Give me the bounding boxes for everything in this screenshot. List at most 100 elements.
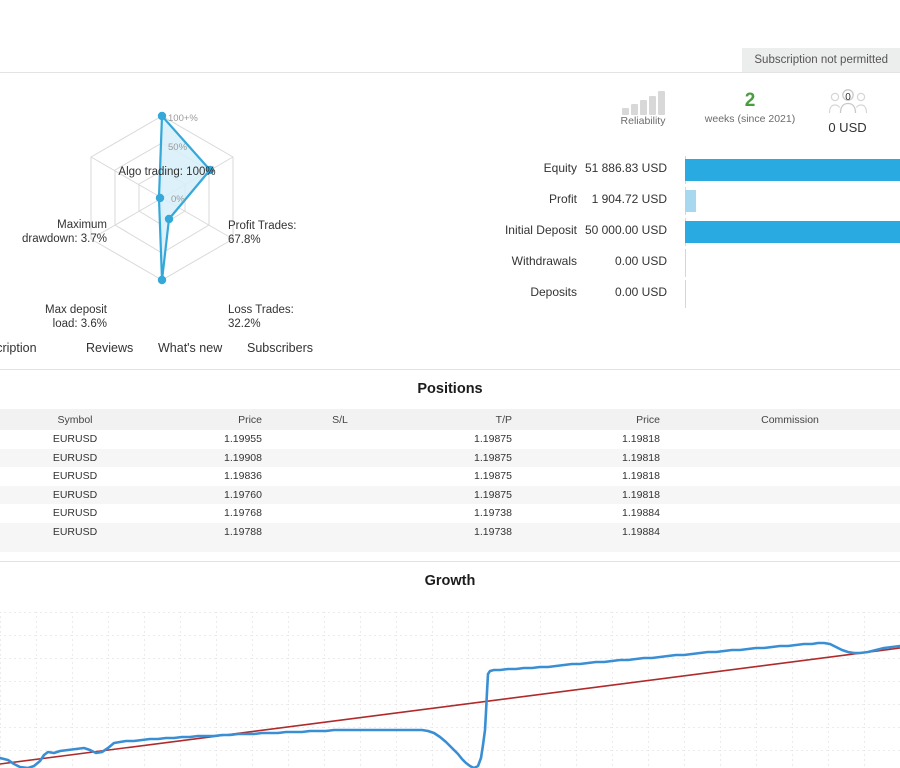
stat-bar-fill [685, 159, 900, 181]
growth-chart[interactable] [0, 612, 900, 768]
cell-tp: 1.19875 [400, 449, 530, 468]
tab-whats-new[interactable]: What's new [156, 337, 224, 359]
kpi-row: Reliability 2 weeks (since 2021) 0 0 USD [575, 89, 900, 145]
cell-tp: 1.19738 [400, 504, 530, 523]
cell-sl [280, 504, 400, 523]
cell-sl [280, 486, 400, 505]
cell-sl [280, 523, 400, 542]
table-row[interactable]: EURUSD 1.19768 1.19738 1.19884 [0, 504, 900, 523]
subscribers-people-icon: 0 [825, 89, 871, 115]
cell-symbol: EURUSD [0, 449, 150, 468]
cell-commission [680, 467, 900, 486]
tab-description[interactable]: Description [0, 337, 39, 359]
cell-price-open: 1.19768 [150, 504, 280, 523]
table-row[interactable]: EURUSD 1.19788 1.19738 1.19884 [0, 523, 900, 542]
tab-bar: Description Reviews What's new Subscribe… [0, 330, 900, 370]
weeks-value: 2 [685, 89, 815, 113]
growth-section: Growth [0, 561, 900, 768]
tab-reviews[interactable]: Reviews [84, 337, 135, 359]
col-header-commission[interactable]: Commission [680, 409, 900, 430]
cell-commission [680, 486, 900, 505]
stat-value: 0.00 USD [615, 285, 667, 299]
stat-label: Deposits [530, 285, 577, 299]
cell-sl [280, 467, 400, 486]
kpi-subscribers: 0 0 USD [800, 89, 895, 136]
positions-table-footer [0, 541, 900, 552]
stat-bar-track [685, 187, 900, 215]
cell-commission [680, 430, 900, 449]
stat-value: 51 886.83 USD [585, 161, 667, 175]
cell-tp: 1.19875 [400, 467, 530, 486]
cell-commission [680, 449, 900, 468]
stat-value: 1 904.72 USD [592, 192, 667, 206]
account-stats-list: Equity 51 886.83 USD Profit 1 904.72 USD… [0, 155, 900, 310]
summary-section: 100+% 50% 0% Algo trading: 100% Profit T… [0, 73, 900, 323]
positions-section: Positions Symbol Price S/L T/P Price Com… [0, 371, 900, 552]
positions-title: Positions [0, 371, 900, 409]
table-row[interactable]: EURUSD 1.19760 1.19875 1.19818 [0, 486, 900, 505]
subscribers-usd-value: 0 USD [800, 120, 895, 136]
stat-baseline-tick [685, 280, 686, 308]
positions-table: Symbol Price S/L T/P Price Commission EU… [0, 409, 900, 541]
table-row[interactable]: EURUSD 1.19836 1.19875 1.19818 [0, 467, 900, 486]
stat-value: 50 000.00 USD [585, 223, 667, 237]
cell-price-cur: 1.19818 [530, 486, 680, 505]
top-bar: Subscription not permitted [0, 0, 900, 72]
kpi-reliability: Reliability [588, 89, 698, 127]
growth-chart-svg [0, 612, 900, 768]
cell-price-cur: 1.19884 [530, 523, 680, 542]
tab-subscribers[interactable]: Subscribers [245, 337, 315, 359]
stat-value: 0.00 USD [615, 254, 667, 268]
stat-bar-track [685, 280, 900, 308]
cell-symbol: EURUSD [0, 523, 150, 542]
cell-price-open: 1.19760 [150, 486, 280, 505]
profile-page: Subscription not permitted [0, 0, 900, 768]
col-header-price-open[interactable]: Price [150, 409, 280, 430]
cell-symbol: EURUSD [0, 430, 150, 449]
cell-sl [280, 430, 400, 449]
kpi-weeks: 2 weeks (since 2021) [685, 89, 815, 125]
stat-row-profit: Profit 1 904.72 USD [0, 186, 900, 217]
table-header-row: Symbol Price S/L T/P Price Commission [0, 409, 900, 430]
stat-bar-track [685, 156, 900, 184]
cell-price-open: 1.19908 [150, 449, 280, 468]
col-header-symbol[interactable]: Symbol [0, 409, 150, 430]
subscription-status-badge[interactable]: Subscription not permitted [742, 48, 900, 73]
cell-symbol: EURUSD [0, 467, 150, 486]
stat-label: Initial Deposit [505, 223, 577, 237]
cell-commission [680, 504, 900, 523]
cell-commission [680, 523, 900, 542]
cell-price-cur: 1.19818 [530, 467, 680, 486]
table-row[interactable]: EURUSD 1.19908 1.19875 1.19818 [0, 449, 900, 468]
col-header-sl[interactable]: S/L [280, 409, 400, 430]
tab-bar-underline [0, 369, 900, 370]
stat-row-initial-deposit: Initial Deposit 50 000.00 USD [0, 217, 900, 248]
cell-sl [280, 449, 400, 468]
stat-label: Withdrawals [512, 254, 577, 268]
cell-price-cur: 1.19884 [530, 504, 680, 523]
table-row[interactable]: EURUSD 1.19955 1.19875 1.19818 [0, 430, 900, 449]
stat-bar-fill [685, 221, 900, 243]
positions-table-body: EURUSD 1.19955 1.19875 1.19818 EURUSD 1.… [0, 430, 900, 541]
stat-label: Profit [549, 192, 577, 206]
stat-row-equity: Equity 51 886.83 USD [0, 155, 900, 186]
stat-bar-track [685, 249, 900, 277]
cell-price-open: 1.19836 [150, 467, 280, 486]
col-header-tp[interactable]: T/P [400, 409, 530, 430]
reliability-bars-icon [588, 89, 698, 115]
growth-title: Growth [0, 561, 900, 599]
cell-price-cur: 1.19818 [530, 430, 680, 449]
cell-price-open: 1.19788 [150, 523, 280, 542]
stat-row-deposits: Deposits 0.00 USD [0, 279, 900, 310]
reliability-caption: Reliability [588, 115, 698, 127]
cell-price-open: 1.19955 [150, 430, 280, 449]
weeks-caption: weeks (since 2021) [685, 113, 815, 125]
stat-baseline-tick [685, 249, 686, 277]
stat-bar-track [685, 218, 900, 246]
cell-symbol: EURUSD [0, 486, 150, 505]
col-header-price-cur[interactable]: Price [530, 409, 680, 430]
radar-tick-100: 100+% [168, 113, 198, 124]
growth-top-divider [0, 561, 900, 562]
cell-price-cur: 1.19818 [530, 449, 680, 468]
subscribers-count-text: 0 [845, 92, 851, 103]
